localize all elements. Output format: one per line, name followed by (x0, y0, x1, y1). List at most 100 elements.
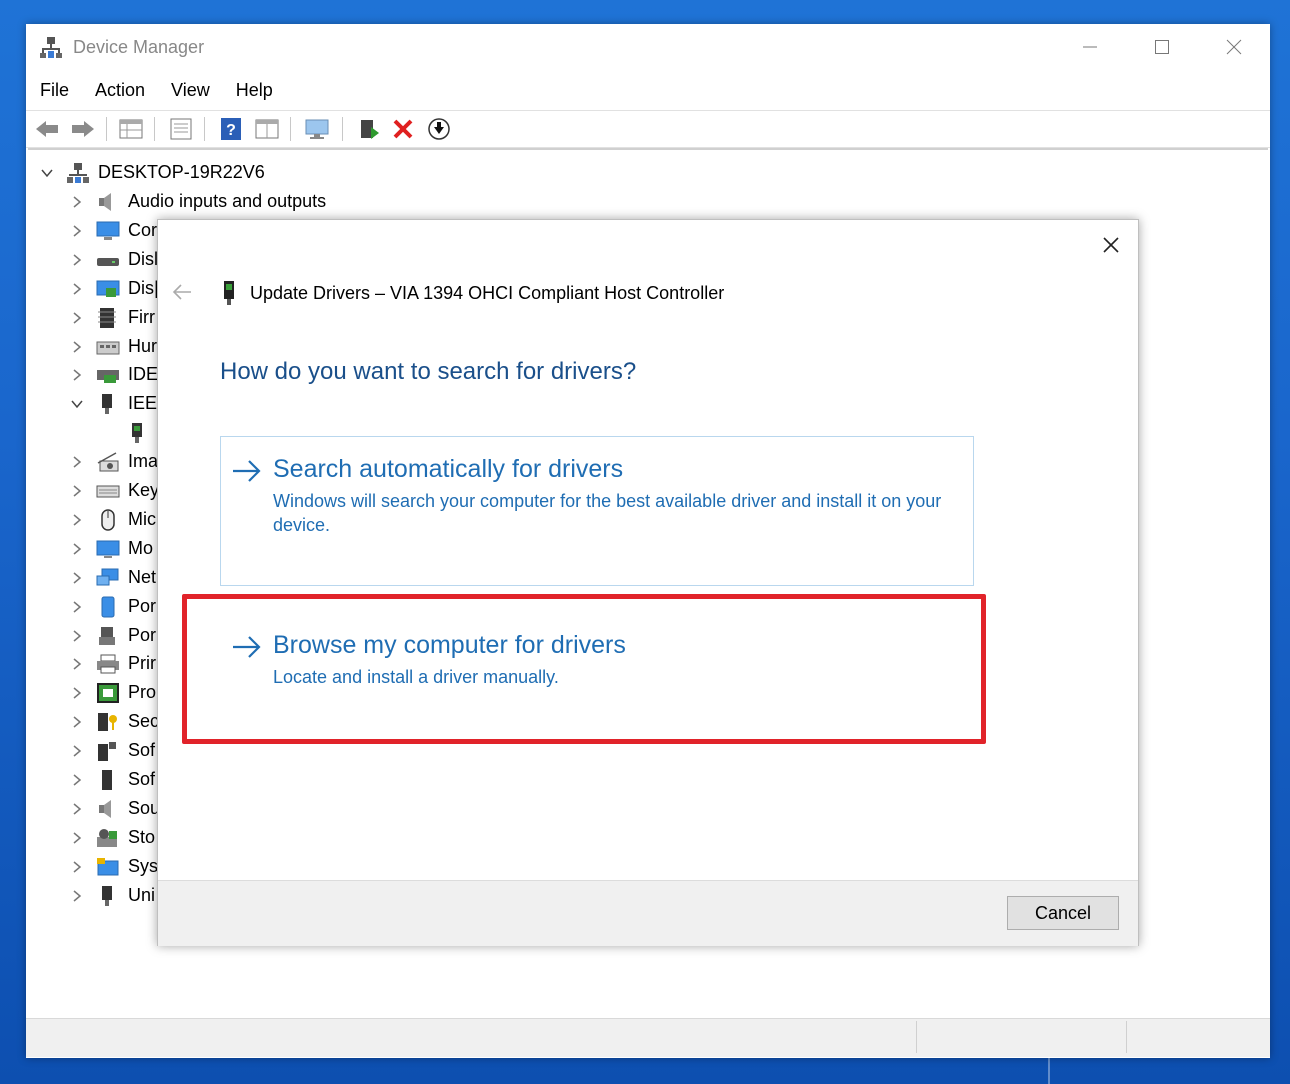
properties-grid-icon[interactable] (118, 117, 144, 141)
tree-item[interactable]: Audio inputs and outputs (70, 187, 326, 216)
chevron-right-icon[interactable] (70, 860, 84, 874)
chevron-right-icon[interactable] (70, 484, 84, 498)
chevron-right-icon[interactable] (70, 195, 84, 209)
tree-item[interactable]: Sec (70, 707, 159, 736)
chevron-right-icon[interactable] (70, 629, 84, 643)
chevron-right-icon[interactable] (70, 340, 84, 354)
list-icon[interactable] (168, 117, 194, 141)
tree-item[interactable]: Firr (70, 303, 155, 332)
toolbar-separator (342, 117, 343, 141)
update-driver-icon[interactable] (356, 117, 382, 141)
close-window-button[interactable] (1198, 24, 1270, 70)
tree-root[interactable]: DESKTOP-19R22V6 (40, 158, 265, 187)
chevron-right-icon[interactable] (70, 224, 84, 238)
menu-action[interactable]: Action (81, 80, 157, 101)
back-arrow-icon[interactable] (170, 280, 194, 304)
chevron-right-icon[interactable] (70, 600, 84, 614)
tree-item-label: Hur (128, 336, 158, 356)
tree-item[interactable]: Disl (70, 245, 158, 274)
tree-item[interactable]: Key (70, 476, 159, 505)
cancel-button[interactable]: Cancel (1007, 896, 1119, 930)
tree-item[interactable]: Sof (70, 736, 155, 765)
chevron-right-icon[interactable] (70, 715, 84, 729)
tree-item[interactable]: Net (70, 563, 156, 592)
toolbar: ? (26, 110, 1270, 148)
tree-item[interactable]: Mo (70, 534, 153, 563)
toolbar-separator (204, 117, 205, 141)
tree-item[interactable]: IDE (70, 360, 158, 389)
ide-icon (96, 364, 120, 386)
security-icon (96, 711, 120, 733)
tree-item-label: Key (128, 480, 160, 500)
red-highlight-box (182, 594, 986, 744)
software-device-icon (96, 769, 120, 791)
chevron-right-icon[interactable] (70, 802, 84, 816)
chevron-down-icon[interactable] (40, 166, 54, 180)
update-drivers-dialog: Update Drivers – VIA 1394 OHCI Compliant… (157, 219, 1139, 946)
search-automatically-option[interactable]: Search automatically for drivers Windows… (220, 436, 974, 586)
chevron-right-icon[interactable] (70, 831, 84, 845)
system-icon (96, 856, 120, 878)
tree-item-label: Sof (128, 740, 156, 760)
imaging-icon (96, 451, 120, 473)
monitor-icon[interactable] (304, 117, 330, 141)
chevron-right-icon[interactable] (70, 542, 84, 556)
tree-item[interactable]: Mic (70, 505, 156, 534)
tree-item-label: Dis| (128, 278, 159, 298)
chevron-right-icon[interactable] (70, 368, 84, 382)
chevron-right-icon[interactable] (70, 657, 84, 671)
speaker-icon (96, 191, 120, 213)
toolbar-separator (290, 117, 291, 141)
menu-view[interactable]: View (157, 80, 222, 101)
forward-arrow-icon[interactable] (70, 117, 96, 141)
tree-item[interactable]: Sof (70, 765, 155, 794)
chevron-right-icon[interactable] (70, 889, 84, 903)
tree-item[interactable]: Cor (70, 216, 157, 245)
chevron-right-icon[interactable] (70, 311, 84, 325)
tree-item[interactable]: Sou (70, 794, 160, 823)
portable-icon (96, 596, 120, 618)
menu-file[interactable]: File (26, 80, 81, 101)
tree-item[interactable]: Hur (70, 332, 157, 361)
tree-item[interactable]: Ima (70, 447, 158, 476)
back-arrow-icon[interactable] (34, 117, 60, 141)
chevron-right-icon[interactable] (70, 744, 84, 758)
tree-item-label: Sto (128, 827, 156, 847)
tree-item[interactable]: Dis| (70, 274, 159, 303)
chevron-right-icon[interactable] (70, 686, 84, 700)
tree-item-label: Por (128, 596, 157, 616)
tree-item-label: Por (128, 625, 157, 645)
tree-item[interactable]: Sys (70, 852, 158, 881)
tree-item[interactable]: Por (70, 621, 156, 650)
chevron-right-icon[interactable] (70, 773, 84, 787)
dialog-title: Update Drivers – VIA 1394 OHCI Compliant… (250, 283, 725, 303)
disk-icon (96, 249, 120, 271)
maximize-button[interactable] (1126, 24, 1198, 70)
tree-item[interactable]: Pro (70, 678, 156, 707)
minimize-button[interactable] (1054, 24, 1126, 70)
tree-item[interactable]: Uni (70, 881, 155, 910)
chevron-down-icon[interactable] (70, 397, 84, 411)
tree-item[interactable]: IEEI (70, 389, 162, 418)
menu-help[interactable]: Help (222, 80, 285, 101)
chevron-right-icon[interactable] (70, 513, 84, 527)
tree-item[interactable] (100, 418, 158, 447)
chevron-right-icon[interactable] (70, 253, 84, 267)
usb-icon (96, 885, 120, 907)
chevron-right-icon[interactable] (70, 282, 84, 296)
close-icon[interactable] (1096, 230, 1126, 260)
tree-item-label: Pro (128, 682, 157, 702)
view-grid-icon[interactable] (254, 117, 280, 141)
tree-root-label: DESKTOP-19R22V6 (98, 162, 265, 182)
help-icon[interactable]: ? (218, 117, 244, 141)
chevron-right-icon[interactable] (70, 571, 84, 585)
tree-item-label: Uni (128, 885, 156, 905)
tree-item[interactable]: Sto (70, 823, 155, 852)
tree-item[interactable]: Prir (70, 649, 156, 678)
monitor-icon (96, 538, 120, 560)
uninstall-x-icon[interactable] (390, 117, 416, 141)
chevron-right-icon[interactable] (70, 455, 84, 469)
mouse-icon (96, 508, 120, 531)
tree-item[interactable]: Por (70, 592, 156, 621)
download-circle-icon[interactable] (426, 117, 452, 141)
